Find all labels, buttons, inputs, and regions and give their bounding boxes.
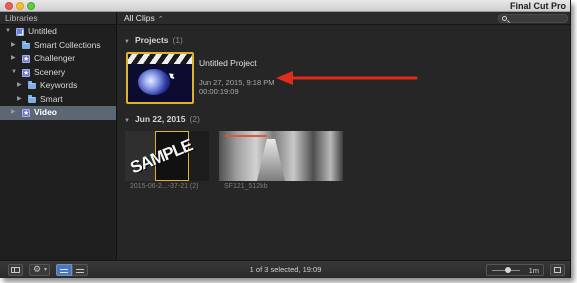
section-count: (1) bbox=[172, 35, 183, 45]
bottom-toolbar: ⚙ ▾ 1 of 3 selected, 19:09 1m bbox=[0, 260, 570, 278]
sidebar-item-label: Keywords bbox=[40, 80, 78, 90]
minimize-window-button[interactable] bbox=[16, 2, 24, 10]
zoom-window-button[interactable] bbox=[27, 2, 35, 10]
search-icon bbox=[502, 16, 507, 21]
disclosure-collapsed-icon[interactable]: ▶ bbox=[17, 93, 22, 107]
clip-zoom-control[interactable]: 1m bbox=[486, 264, 544, 276]
range-marker bbox=[225, 135, 267, 137]
clip-filmstrip[interactable] bbox=[219, 131, 343, 181]
sidebar-item-smart[interactable]: ▶ Smart bbox=[0, 93, 116, 107]
clip-appearance-button[interactable] bbox=[550, 264, 565, 276]
disclosure-expanded-icon[interactable]: ▼ bbox=[11, 66, 17, 80]
section-title: Projects bbox=[134, 35, 169, 45]
title-bar: Final Cut Pro bbox=[0, 0, 570, 12]
section-count: (2) bbox=[189, 114, 200, 124]
event-icon bbox=[22, 53, 30, 67]
libraries-sidebar: Libraries ▼ Untitled ▶ Smart Collections… bbox=[0, 12, 117, 260]
project-date: Jun 27, 2015, 9:18 PM bbox=[199, 78, 275, 87]
folder-icon bbox=[28, 94, 36, 103]
projects-section-header[interactable]: ▼ Projects (1) bbox=[124, 35, 183, 45]
browser-header: All Clips ⌃ bbox=[118, 12, 570, 26]
sidebar-item-untitled[interactable]: ▼ Untitled bbox=[0, 25, 116, 39]
chevron-updown-icon: ⌃ bbox=[157, 16, 164, 23]
project-preview-image bbox=[138, 69, 170, 95]
clips-filter-label: All Clips bbox=[124, 13, 155, 23]
clips-filter-menu[interactable]: All Clips ⌃ bbox=[124, 12, 164, 26]
disclosure-expanded-icon[interactable]: ▼ bbox=[124, 118, 130, 124]
sidebar-item-keywords[interactable]: ▶ Keywords bbox=[0, 79, 116, 93]
app-window: Final Cut Pro Libraries ▼ Untitled ▶ Sma… bbox=[0, 0, 571, 278]
sidebar-item-label: Video bbox=[34, 107, 57, 117]
disclosure-collapsed-icon[interactable]: ▶ bbox=[11, 52, 16, 66]
search-input[interactable] bbox=[498, 14, 568, 23]
app-title: Final Cut Pro bbox=[510, 1, 566, 11]
disclosure-collapsed-icon[interactable]: ▶ bbox=[11, 39, 16, 53]
sidebar-item-label: Scenery bbox=[34, 66, 66, 77]
section-title: Jun 22, 2015 bbox=[134, 114, 186, 124]
sidebar-item-smart-collections[interactable]: ▶ Smart Collections bbox=[0, 39, 116, 53]
disclosure-collapsed-icon[interactable]: ▶ bbox=[17, 79, 22, 93]
clip-label: SF121_512kb bbox=[224, 183, 268, 190]
folder-icon bbox=[22, 40, 30, 49]
sidebar-item-video[interactable]: ▶ Video bbox=[0, 106, 116, 121]
project-duration: 00:00:19:09 bbox=[199, 87, 239, 96]
clapperboard-icon bbox=[128, 54, 192, 64]
disclosure-expanded-icon[interactable]: ▼ bbox=[5, 25, 11, 39]
libraries-header: Libraries bbox=[0, 12, 116, 25]
sidebar-item-label: Untitled bbox=[28, 26, 57, 36]
sidebar-item-challenger[interactable]: ▶ Challenger bbox=[0, 52, 116, 67]
mouse-cursor-icon bbox=[168, 71, 176, 79]
close-window-button[interactable] bbox=[5, 2, 13, 10]
zoom-duration-label: 1m bbox=[528, 266, 539, 275]
sidebar-item-label: Challenger bbox=[34, 53, 76, 63]
disclosure-collapsed-icon[interactable]: ▶ bbox=[11, 106, 16, 120]
annotation-arrow bbox=[276, 71, 418, 85]
zoom-slider-knob[interactable] bbox=[505, 267, 511, 273]
event-icon bbox=[22, 67, 30, 80]
project-name: Untitled Project bbox=[199, 58, 257, 68]
sidebar-item-label: Smart Collections bbox=[34, 39, 101, 50]
browser-pane: ▼ Projects (1) Untitled Project Jun 27, 20… bbox=[118, 26, 570, 260]
event-icon bbox=[22, 107, 30, 121]
library-icon bbox=[16, 28, 24, 36]
disclosure-expanded-icon[interactable]: ▼ bbox=[124, 39, 130, 45]
date-section-header[interactable]: ▼ Jun 22, 2015 (2) bbox=[124, 114, 200, 124]
folder-icon bbox=[28, 81, 36, 89]
filmstrip-frame bbox=[257, 139, 285, 181]
sidebar-item-label: Smart bbox=[40, 93, 63, 104]
filmstrip-frame bbox=[189, 131, 209, 181]
clip-filmstrip[interactable]: SAMPLE bbox=[125, 131, 209, 181]
project-thumbnail[interactable] bbox=[126, 52, 194, 104]
clip-label: 2015-06-2...-37-21 (2) bbox=[130, 183, 199, 190]
sidebar-item-scenery[interactable]: ▼ Scenery bbox=[0, 66, 116, 81]
clip-appearance-icon bbox=[554, 267, 561, 273]
